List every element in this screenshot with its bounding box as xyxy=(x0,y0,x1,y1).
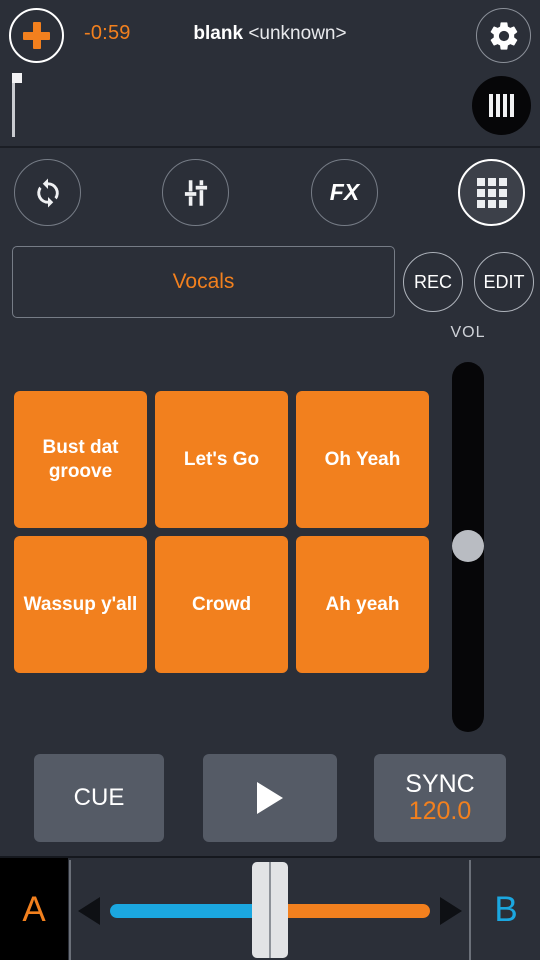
waveform-display[interactable] xyxy=(0,66,470,144)
track-artist: <unknown> xyxy=(248,23,347,44)
arrow-right-icon[interactable] xyxy=(440,897,462,925)
cue-button[interactable]: CUE xyxy=(34,754,164,842)
eq-toggle-button[interactable] xyxy=(472,76,531,135)
bpm-value: 120.0 xyxy=(408,796,472,825)
sample-pad-grid: Bust dat groove Let's Go Oh Yeah Wassup … xyxy=(14,391,430,673)
play-triangle-icon xyxy=(257,782,283,814)
crossfader-divider-right xyxy=(469,860,471,960)
pad-label: Crowd xyxy=(191,593,252,615)
track-name: blank xyxy=(193,23,244,44)
loop-mode-button[interactable] xyxy=(14,159,81,226)
deck-b-button[interactable]: B xyxy=(472,858,540,960)
playhead-marker-icon xyxy=(12,73,22,83)
pads-mode-button[interactable] xyxy=(458,159,525,226)
crossfader-thumb[interactable] xyxy=(252,862,288,958)
pad-label: Bust dat groove xyxy=(42,436,119,482)
equalizer-bars-icon xyxy=(489,94,514,117)
pad-label: Oh Yeah xyxy=(324,448,401,470)
sample-pad[interactable]: Bust dat groove xyxy=(14,391,147,528)
edit-label: EDIT xyxy=(483,271,525,292)
mode-toolbar: FX xyxy=(0,149,540,237)
fx-label: FX xyxy=(329,179,360,205)
header-bar: -0:59 blank <unknown> xyxy=(0,0,540,148)
volume-label: VOL xyxy=(450,324,486,341)
sample-pad[interactable]: Let's Go xyxy=(155,391,288,528)
arrow-left-icon[interactable] xyxy=(78,897,100,925)
deck-a-button[interactable]: A xyxy=(0,858,68,960)
transport-controls: CUE SYNC 120.0 xyxy=(0,754,540,846)
track-title: blank <unknown> xyxy=(0,23,540,45)
deck-a-label: A xyxy=(22,890,46,929)
grid-3x3-icon xyxy=(476,177,507,208)
pad-label: Ah yeah xyxy=(325,593,400,615)
rec-label: REC xyxy=(413,271,452,292)
fx-mode-button[interactable]: FX xyxy=(311,159,378,226)
volume-slider-thumb[interactable] xyxy=(452,530,484,562)
sample-bank-label: Vocals xyxy=(172,270,235,293)
crossfader-bar: A B xyxy=(0,856,540,960)
loop-repeat-icon xyxy=(36,178,59,207)
faders-icon xyxy=(184,179,207,206)
settings-button[interactable] xyxy=(476,8,531,63)
cue-label: CUE xyxy=(73,784,125,811)
edit-button[interactable]: EDIT xyxy=(474,252,534,312)
mixer-mode-button[interactable] xyxy=(162,159,229,226)
sample-pad[interactable]: Wassup y'all xyxy=(14,536,147,673)
sample-bank-row: Vocals REC EDIT xyxy=(0,246,540,320)
crossfader-right-fill xyxy=(270,904,430,918)
pad-label: Let's Go xyxy=(183,448,260,470)
record-button[interactable]: REC xyxy=(403,252,463,312)
dj-app-screen: -0:59 blank <unknown> FX Vocals REC EDIT… xyxy=(0,0,540,960)
deck-b-label: B xyxy=(494,890,518,929)
gear-icon xyxy=(490,21,517,50)
sample-pad[interactable]: Ah yeah xyxy=(296,536,429,673)
pad-label: Wassup y'all xyxy=(23,593,138,615)
sample-bank-selector[interactable]: Vocals xyxy=(12,246,395,318)
sync-button[interactable]: SYNC 120.0 xyxy=(374,754,506,842)
sample-pad[interactable]: Oh Yeah xyxy=(296,391,429,528)
crossfader-divider-left xyxy=(69,860,71,960)
play-button[interactable] xyxy=(203,754,337,842)
crossfader-left-fill xyxy=(110,904,270,918)
sample-pad[interactable]: Crowd xyxy=(155,536,288,673)
header-divider xyxy=(0,146,540,148)
sync-label: SYNC xyxy=(405,769,475,798)
